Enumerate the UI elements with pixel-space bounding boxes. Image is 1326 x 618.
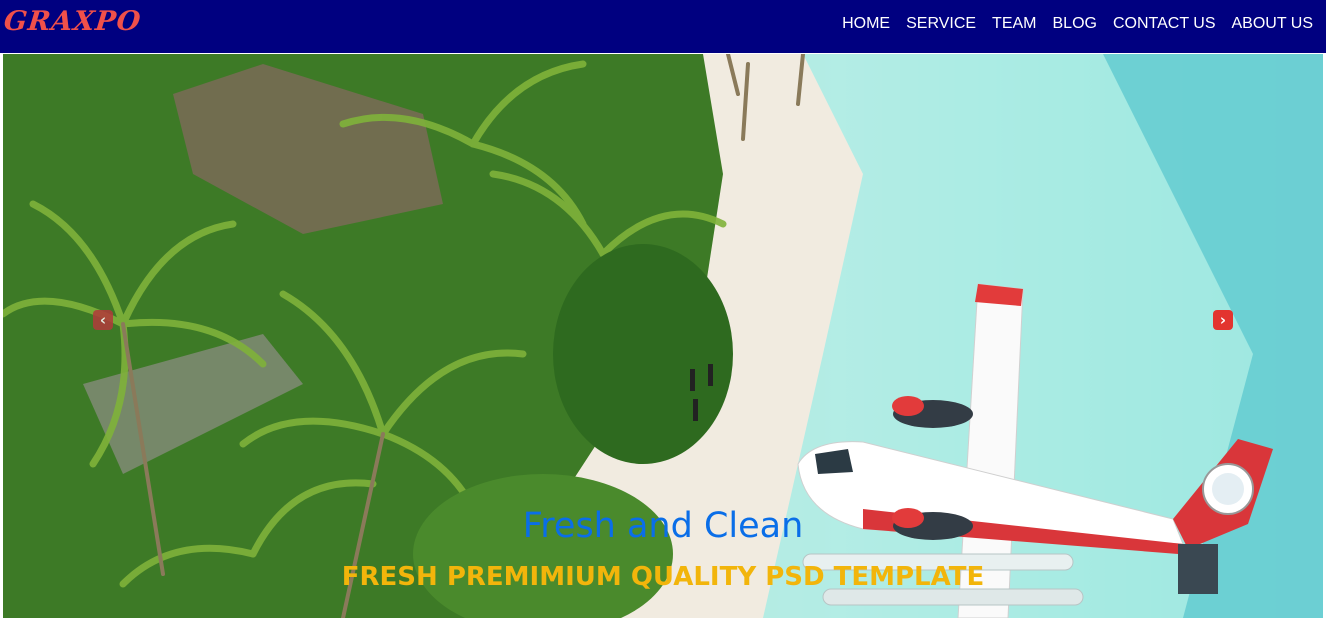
hero-carousel: ‹ › Fresh and Clean FRESH PREMIMIUM QUAL… [3,54,1323,618]
nav-item-service[interactable]: SERVICE [906,15,976,33]
chevron-right-icon: › [1219,311,1227,329]
brand-logo[interactable]: GRAXPO [2,6,142,37]
nav-item-team[interactable]: TEAM [992,15,1036,33]
nav-item-blog[interactable]: BLOG [1053,15,1097,33]
main-nav: HOME SERVICE TEAM BLOG CONTACT US ABOUT … [842,15,1313,33]
carousel-next-button[interactable]: › [1213,310,1233,330]
hero-subtitle: FRESH PREMIMIUM QUALITY PSD TEMPLATE [341,562,985,592]
nav-item-contact-us[interactable]: CONTACT US [1113,15,1216,33]
navbar: GRAXPO HOME SERVICE TEAM BLOG CONTACT US… [0,0,1326,53]
carousel-prev-button[interactable]: ‹ [93,310,113,330]
nav-item-home[interactable]: HOME [842,15,890,33]
nav-item-about-us[interactable]: ABOUT US [1232,15,1314,33]
chevron-left-icon: ‹ [99,311,107,329]
hero-title: Fresh and Clean [522,506,804,546]
